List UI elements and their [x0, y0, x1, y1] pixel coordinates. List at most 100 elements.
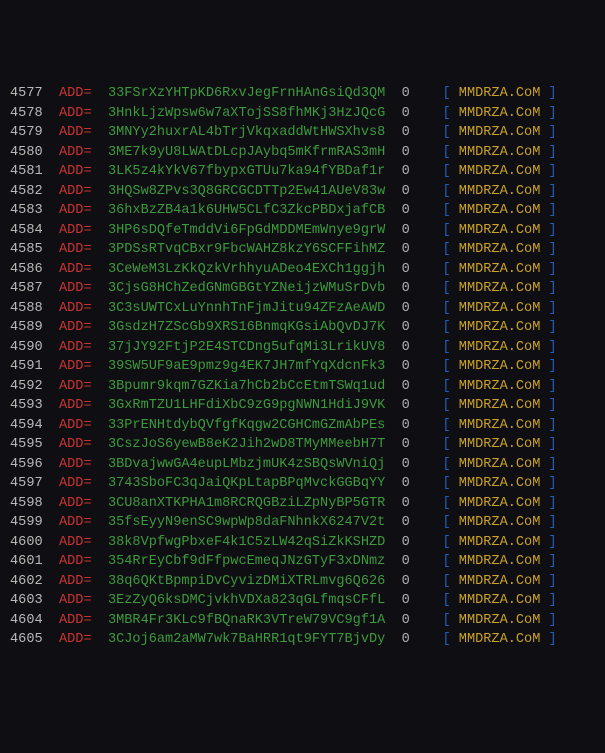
address-value: 36hxBzZB4a1k6UHW5CLfC3ZkcPBDxjafCB: [108, 203, 385, 218]
open-bracket: [: [442, 125, 450, 140]
row-index: 4579: [10, 125, 43, 140]
close-bracket: ]: [549, 242, 557, 257]
close-bracket: ]: [549, 457, 557, 472]
address-value: 3HQSw8ZPvs3Q8GRCGCDTTp2Ew41AUeV83w: [108, 184, 385, 199]
row-index: 4593: [10, 398, 43, 413]
close-bracket: ]: [549, 398, 557, 413]
row-index: 4581: [10, 164, 43, 179]
row-index: 4599: [10, 515, 43, 530]
close-bracket: ]: [549, 554, 557, 569]
log-row: 4595 ADD= 3CszJoS6yewB8eK2Jih2wD8TMyMMee…: [10, 435, 595, 455]
key-label: ADD=: [59, 593, 92, 608]
source-label: MMDRZA.CoM: [459, 359, 541, 374]
log-row: 4586 ADD= 3CeWeM3LzKkQzkVrhhyuADeo4EXCh1…: [10, 260, 595, 280]
address-value: 35fsEyyN9enSC9wpWp8daFNhnkX6247V2t: [108, 515, 385, 530]
key-label: ADD=: [59, 125, 92, 140]
count-value: 0: [402, 593, 410, 608]
row-index: 4589: [10, 320, 43, 335]
log-row: 4590 ADD= 37jJY92FtjP2E4STCDng5ufqMi3Lri…: [10, 338, 595, 358]
open-bracket: [: [442, 554, 450, 569]
open-bracket: [: [442, 262, 450, 277]
key-label: ADD=: [59, 164, 92, 179]
address-value: 3HnkLjzWpsw6w7aXTojSS8fhMKj3HzJQcG: [108, 106, 385, 121]
address-value: 3CeWeM3LzKkQzkVrhhyuADeo4EXCh1ggjh: [108, 262, 385, 277]
close-bracket: ]: [549, 145, 557, 160]
row-index: 4577: [10, 86, 43, 101]
log-row: 4601 ADD= 354RrEyCbf9dFfpwcEmeqJNzGTyF3x…: [10, 552, 595, 572]
log-row: 4596 ADD= 3BDvajwwGA4eupLMbzjmUK4zSBQsWV…: [10, 455, 595, 475]
open-bracket: [: [442, 203, 450, 218]
count-value: 0: [402, 359, 410, 374]
open-bracket: [: [442, 496, 450, 511]
address-value: 33FSrXzYHTpKD6RxvJegFrnHAnGsiQd3QM: [108, 86, 385, 101]
key-label: ADD=: [59, 632, 92, 647]
row-index: 4582: [10, 184, 43, 199]
address-value: 37jJY92FtjP2E4STCDng5ufqMi3LrikUV8: [108, 340, 385, 355]
count-value: 0: [402, 613, 410, 628]
open-bracket: [: [442, 184, 450, 199]
open-bracket: [: [442, 593, 450, 608]
log-row: 4602 ADD= 38q6QKtBpmpiDvCyvizDMiXTRLmvg6…: [10, 572, 595, 592]
row-index: 4595: [10, 437, 43, 452]
address-value: 3GsdzH7ZScGb9XRS16BnmqKGsiAbQvDJ7K: [108, 320, 385, 335]
key-label: ADD=: [59, 476, 92, 491]
source-label: MMDRZA.CoM: [459, 320, 541, 335]
source-label: MMDRZA.CoM: [459, 476, 541, 491]
open-bracket: [: [442, 379, 450, 394]
source-label: MMDRZA.CoM: [459, 437, 541, 452]
key-label: ADD=: [59, 515, 92, 530]
close-bracket: ]: [549, 476, 557, 491]
key-label: ADD=: [59, 86, 92, 101]
log-output: 4577 ADD= 33FSrXzYHTpKD6RxvJegFrnHAnGsiQ…: [10, 84, 595, 650]
address-value: 33PrENHtdybQVfgfKqgw2CGHCmGZmAbPEs: [108, 418, 385, 433]
key-label: ADD=: [59, 262, 92, 277]
log-row: 4579 ADD= 3MNYy2huxrAL4bTrjVkqxaddWtHWSX…: [10, 123, 595, 143]
log-row: 4591 ADD= 39SW5UF9aE9pmz9g4EK7JH7mfYqXdc…: [10, 357, 595, 377]
source-label: MMDRZA.CoM: [459, 301, 541, 316]
open-bracket: [: [442, 515, 450, 530]
close-bracket: ]: [549, 437, 557, 452]
address-value: 354RrEyCbf9dFfpwcEmeqJNzGTyF3xDNmz: [108, 554, 385, 569]
count-value: 0: [402, 86, 410, 101]
source-label: MMDRZA.CoM: [459, 535, 541, 550]
row-index: 4598: [10, 496, 43, 511]
key-label: ADD=: [59, 574, 92, 589]
open-bracket: [: [442, 340, 450, 355]
count-value: 0: [402, 379, 410, 394]
close-bracket: ]: [549, 496, 557, 511]
key-label: ADD=: [59, 457, 92, 472]
source-label: MMDRZA.CoM: [459, 340, 541, 355]
row-index: 4586: [10, 262, 43, 277]
row-index: 4584: [10, 223, 43, 238]
open-bracket: [: [442, 398, 450, 413]
count-value: 0: [402, 242, 410, 257]
count-value: 0: [402, 554, 410, 569]
address-value: 3743SboFC3qJaiQKpLtapBPqMvckGGBqYY: [108, 476, 385, 491]
row-index: 4594: [10, 418, 43, 433]
row-index: 4587: [10, 281, 43, 296]
open-bracket: [: [442, 86, 450, 101]
count-value: 0: [402, 262, 410, 277]
key-label: ADD=: [59, 554, 92, 569]
key-label: ADD=: [59, 242, 92, 257]
key-label: ADD=: [59, 223, 92, 238]
row-index: 4602: [10, 574, 43, 589]
row-index: 4600: [10, 535, 43, 550]
source-label: MMDRZA.CoM: [459, 86, 541, 101]
log-row: 4592 ADD= 3Bpumr9kqm7GZKia7hCb2bCcEtmTSW…: [10, 377, 595, 397]
open-bracket: [: [442, 574, 450, 589]
count-value: 0: [402, 145, 410, 160]
count-value: 0: [402, 281, 410, 296]
row-index: 4590: [10, 340, 43, 355]
count-value: 0: [402, 203, 410, 218]
close-bracket: ]: [549, 340, 557, 355]
close-bracket: ]: [549, 632, 557, 647]
log-row: 4582 ADD= 3HQSw8ZPvs3Q8GRCGCDTTp2Ew41AUe…: [10, 182, 595, 202]
address-value: 3ME7k9yU8LWAtDLcpJAybq5mKfrmRAS3mH: [108, 145, 385, 160]
key-label: ADD=: [59, 359, 92, 374]
address-value: 3CszJoS6yewB8eK2Jih2wD8TMyMMeebH7T: [108, 437, 385, 452]
open-bracket: [: [442, 535, 450, 550]
count-value: 0: [402, 320, 410, 335]
row-index: 4583: [10, 203, 43, 218]
log-row: 4587 ADD= 3CjsG8HChZedGNmGBGtYZNeijzWMuS…: [10, 279, 595, 299]
